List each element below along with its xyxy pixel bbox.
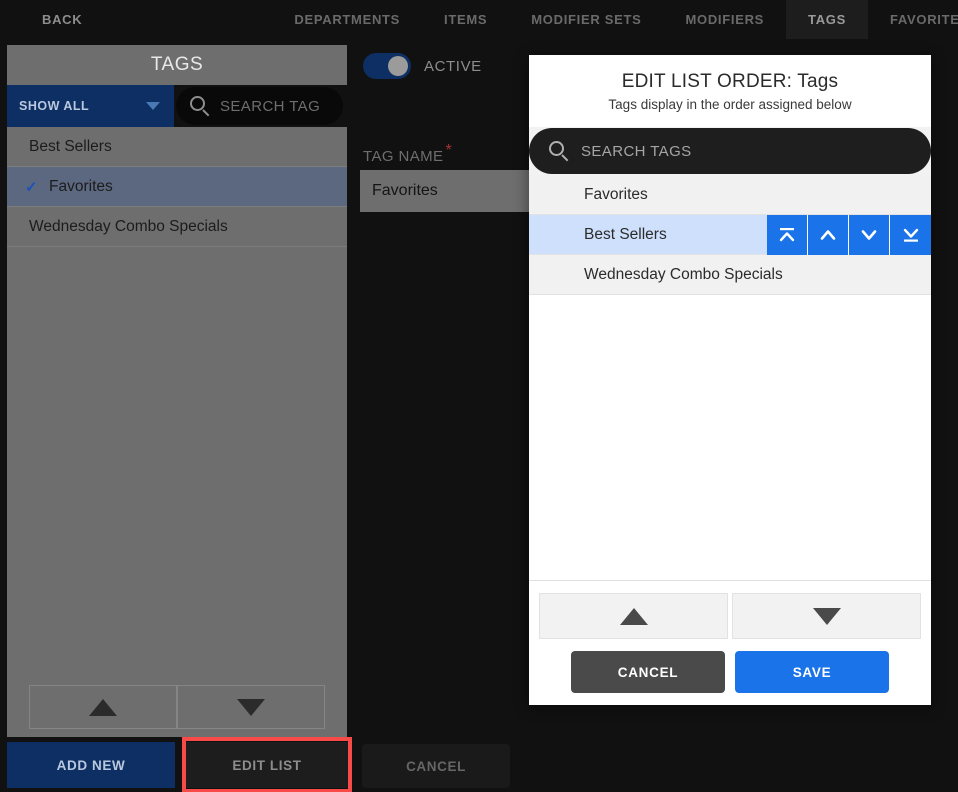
list-item-label: Best Sellers <box>29 137 112 155</box>
chevron-down-icon <box>146 102 160 110</box>
tab-tags[interactable]: TAGS <box>786 0 868 39</box>
modal-move-down-button[interactable] <box>732 593 921 639</box>
tag-name-label-text: TAG NAME <box>363 148 444 165</box>
tab-modifier-sets-label: MODIFIER SETS <box>531 12 642 27</box>
tags-sidebar: TAGS SHOW ALL SEARCH TAG Best Sellers ✓ … <box>7 45 347 737</box>
bottom-action-bar: ADD NEW EDIT LIST CANCEL <box>0 737 958 792</box>
move-down-icon[interactable] <box>849 215 890 255</box>
list-item[interactable]: Wednesday Combo Specials <box>529 255 931 295</box>
tag-name-label: TAG NAME * <box>363 142 452 165</box>
sidebar-title-text: TAGS <box>150 54 204 75</box>
sidebar-move-up-button[interactable] <box>29 685 177 729</box>
tab-departments[interactable]: DEPARTMENTS <box>272 0 422 39</box>
toggle-knob <box>388 56 408 76</box>
sidebar-move-down-button[interactable] <box>177 685 325 729</box>
list-item-label: Wednesday Combo Specials <box>29 217 228 235</box>
modal-subtitle: Tags display in the order assigned below <box>608 96 852 112</box>
sidebar-title: TAGS <box>7 45 347 85</box>
modal-cancel-label: CANCEL <box>617 664 679 680</box>
list-item-label: Favorites <box>49 177 113 195</box>
sidebar-filter-bar: SHOW ALL SEARCH TAG <box>7 85 347 127</box>
search-icon <box>549 141 569 162</box>
search-icon <box>190 96 210 117</box>
tab-modifiers[interactable]: MODIFIERS <box>664 0 787 39</box>
cancel-button[interactable]: CANCEL <box>362 744 510 788</box>
edit-list-button[interactable]: EDIT LIST <box>186 742 348 788</box>
search-tag-placeholder: SEARCH TAG <box>220 97 321 115</box>
list-item-label: Wednesday Combo Specials <box>584 265 783 283</box>
modal-save-button[interactable]: SAVE <box>735 651 889 693</box>
cancel-label: CANCEL <box>406 758 466 774</box>
back-label: BACK <box>42 12 83 27</box>
list-item[interactable]: ✓ Favorites <box>7 167 347 207</box>
list-item-label: Best Sellers <box>584 225 667 243</box>
list-item-label: Favorites <box>584 185 648 203</box>
tab-departments-label: DEPARTMENTS <box>294 12 401 27</box>
edit-list-order-modal: EDIT LIST ORDER: Tags Tags display in th… <box>529 55 931 705</box>
triangle-down-icon <box>237 698 265 716</box>
active-toggle-row: ACTIVE <box>363 53 482 79</box>
tab-items-label: ITEMS <box>444 12 488 27</box>
move-to-bottom-icon[interactable] <box>890 215 931 255</box>
checkmark-icon: ✓ <box>25 178 38 196</box>
modal-search-bar: SEARCH TAGS <box>529 127 931 175</box>
show-all-dropdown-label: SHOW ALL <box>19 99 90 113</box>
back-button[interactable]: BACK <box>0 0 112 39</box>
app-root: BACK DEPARTMENTS ITEMS MODIFIER SETS MOD… <box>0 0 958 792</box>
triangle-up-icon <box>89 698 117 716</box>
sidebar-reorder-controls <box>7 685 347 737</box>
active-toggle[interactable] <box>363 53 411 79</box>
modal-move-up-button[interactable] <box>539 593 728 639</box>
modal-reorder-controls <box>539 593 921 639</box>
move-to-top-icon[interactable] <box>767 215 808 255</box>
row-reorder-actions <box>767 215 931 255</box>
modal-header: EDIT LIST ORDER: Tags Tags display in th… <box>529 55 931 127</box>
modal-footer-buttons: CANCEL SAVE <box>539 651 921 693</box>
required-marker: * <box>445 142 453 159</box>
active-toggle-label: ACTIVE <box>424 57 482 75</box>
list-item[interactable]: Favorites <box>529 175 931 215</box>
modal-title: EDIT LIST ORDER: Tags <box>621 70 839 92</box>
show-all-dropdown[interactable]: SHOW ALL <box>7 85 174 127</box>
tags-list: Best Sellers ✓ Favorites Wednesday Combo… <box>7 127 347 685</box>
tab-modifiers-label: MODIFIERS <box>685 12 765 27</box>
list-item[interactable]: Best Sellers <box>7 127 347 167</box>
list-item[interactable]: Best Sellers <box>529 215 931 255</box>
search-tags-input[interactable]: SEARCH TAGS <box>529 128 931 174</box>
tab-items[interactable]: ITEMS <box>422 0 509 39</box>
add-new-button[interactable]: ADD NEW <box>7 742 175 788</box>
modal-footer: CANCEL SAVE <box>529 580 931 705</box>
modal-tags-list: Favorites Best Sellers Wednesday Combo S… <box>529 175 931 580</box>
move-up-icon[interactable] <box>808 215 849 255</box>
list-item[interactable]: Wednesday Combo Specials <box>7 207 347 247</box>
edit-list-label: EDIT LIST <box>232 757 302 773</box>
tag-name-input[interactable]: Favorites <box>360 170 540 212</box>
triangle-down-icon <box>812 607 841 625</box>
search-tag-input[interactable]: SEARCH TAG <box>176 87 343 125</box>
modal-cancel-button[interactable]: CANCEL <box>571 651 725 693</box>
add-new-label: ADD NEW <box>56 757 126 773</box>
tag-name-value: Favorites <box>372 182 438 199</box>
tab-tags-label: TAGS <box>808 12 846 27</box>
search-tags-placeholder: SEARCH TAGS <box>581 142 692 160</box>
modal-save-label: SAVE <box>792 664 832 680</box>
tab-modifier-sets[interactable]: MODIFIER SETS <box>509 0 663 39</box>
tab-favorites[interactable]: FAVORITES <box>868 0 958 39</box>
triangle-up-icon <box>619 607 648 625</box>
tab-favorites-label: FAVORITES <box>889 12 958 27</box>
top-navigation-bar: BACK DEPARTMENTS ITEMS MODIFIER SETS MOD… <box>0 0 958 39</box>
